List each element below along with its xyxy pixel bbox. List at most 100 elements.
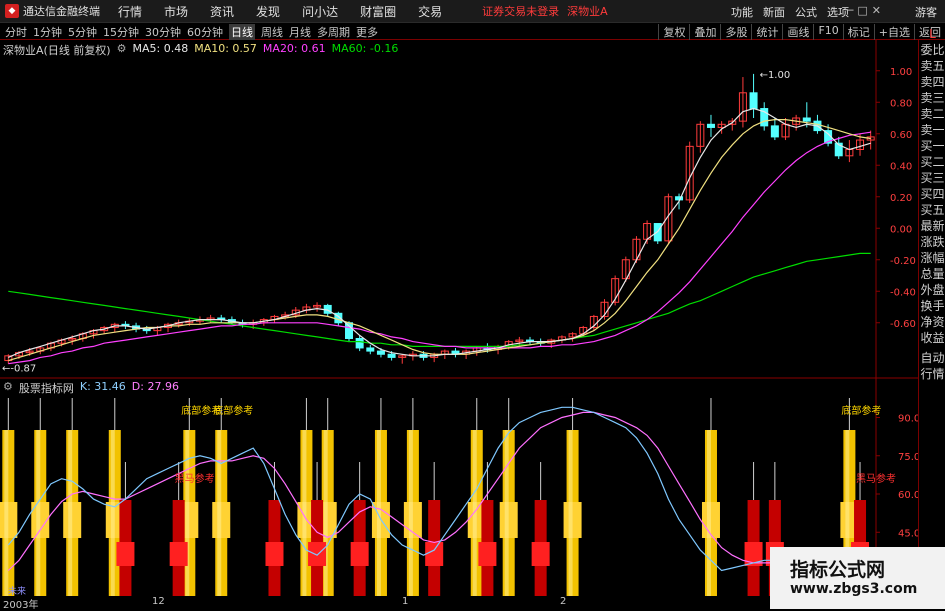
- candle-body: [802, 117, 811, 122]
- side-panel-item[interactable]: 净资: [919, 314, 945, 330]
- ma60-line: [8, 252, 871, 347]
- candle-body: [376, 350, 385, 355]
- title-tools: 功能 新面 公式 选项: [721, 4, 849, 20]
- y-tick-label: -0.60: [890, 319, 916, 330]
- period-tab[interactable]: 60分钟: [187, 24, 223, 40]
- bottom-reference-label: 底部参考: [841, 404, 881, 417]
- right-toolbar: 复权 叠加 多股 统计 画线 F10 标记 +自选 返回: [654, 24, 941, 40]
- side-panel-item[interactable]: 涨幅: [919, 250, 945, 266]
- toolbar-button[interactable]: 统计: [751, 24, 778, 40]
- side-panel-item[interactable]: 总量: [919, 266, 945, 282]
- toolbar-button[interactable]: 复权: [658, 24, 685, 40]
- period-tab[interactable]: 日线: [229, 24, 255, 40]
- main-menu: 行情 市场 资讯 发现 问小达 财富圈 交易: [118, 3, 464, 20]
- menu-item-wealth[interactable]: 财富圈: [360, 3, 396, 20]
- period-tab[interactable]: 多周期: [317, 24, 350, 40]
- ma10-line: [8, 118, 871, 362]
- side-panel-item[interactable]: 行情: [919, 366, 945, 382]
- yellow-bar-highlight: [185, 430, 190, 596]
- side-panel-item[interactable]: 买五: [919, 202, 945, 218]
- yellow-bar-highlight: [323, 430, 328, 596]
- y-tick-label: 45.00: [898, 528, 918, 539]
- high-price-label: ←1.00: [760, 70, 791, 81]
- side-panel-item[interactable]: 收益: [919, 330, 945, 346]
- bottom-reference-label: 底部参考: [213, 404, 253, 417]
- tool-formula[interactable]: 公式: [795, 4, 817, 20]
- toolbar-button[interactable]: +自选: [873, 24, 910, 40]
- side-panel-item[interactable]: 换手: [919, 298, 945, 314]
- toolbar-button[interactable]: 画线: [782, 24, 809, 40]
- toolbar-button[interactable]: 标记: [842, 24, 870, 40]
- side-panel-item[interactable]: 买一: [919, 138, 945, 154]
- yellow-bar-highlight: [110, 430, 115, 596]
- y-tick-label: -0.20: [890, 256, 916, 267]
- y-tick-label: -0.40: [890, 287, 916, 298]
- side-panel-item[interactable]: 卖二: [919, 106, 945, 122]
- guest-label[interactable]: 游客: [915, 4, 937, 20]
- period-tab[interactable]: 5分钟: [68, 24, 97, 40]
- watermark-url: www.zbgs3.com: [790, 581, 918, 597]
- y-tick-label: 60.00: [898, 490, 918, 501]
- window-controls-icon[interactable]: ─□✕: [847, 4, 885, 17]
- period-tab[interactable]: 30分钟: [145, 24, 181, 40]
- period-tabs: 分时 1分钟 5分钟 15分钟 30分钟 60分钟 日线 周线 月线 多周期 更多: [5, 24, 384, 40]
- menu-item-trade[interactable]: 交易: [418, 3, 442, 20]
- side-panel-item[interactable]: 卖五: [919, 58, 945, 74]
- yellow-bar-highlight: [408, 430, 413, 596]
- toolbar-button[interactable]: F10: [813, 24, 839, 40]
- y-tick-label: 1.00: [890, 67, 912, 78]
- menu-item-discover[interactable]: 发现: [256, 3, 280, 20]
- side-panel-item[interactable]: 最新: [919, 218, 945, 234]
- candle-body: [706, 123, 715, 128]
- low-price-label: ←-0.87: [2, 364, 36, 375]
- period-tab[interactable]: 月线: [289, 24, 311, 40]
- yellow-bar-highlight: [36, 430, 41, 596]
- time-label: 1: [402, 596, 409, 607]
- y-tick-label: 0.40: [890, 161, 912, 172]
- side-panel-item[interactable]: 卖一: [919, 122, 945, 138]
- red-bar-wide: [169, 542, 188, 566]
- kline-chart[interactable]: 1.00 0.80 0.60 0.40 0.20 0.00 -0.20 -0.40 -0.60 9…: [0, 40, 918, 596]
- side-panel-item[interactable]: 委比: [919, 42, 945, 58]
- y-tick-label: 0.20: [890, 193, 912, 204]
- tool-function[interactable]: 功能: [731, 4, 753, 20]
- menu-item-market[interactable]: 市场: [164, 3, 188, 20]
- side-quote-panel: L 委比 卖五 卖四 卖三 卖二 卖一 买一 买二 买三 买四 买五 最新 涨跌 涨幅 总量 外盘 换手 净资 收益自…: [918, 27, 945, 609]
- period-tab[interactable]: 15分钟: [103, 24, 139, 40]
- tool-options[interactable]: 选项: [827, 4, 849, 20]
- candle-body: [770, 125, 779, 138]
- time-label: 2: [560, 596, 567, 607]
- side-panel-item[interactable]: 卖四: [919, 74, 945, 90]
- login-status[interactable]: 证券交易未登录: [482, 3, 559, 19]
- yellow-bar-highlight: [706, 430, 711, 596]
- side-panel-item[interactable]: 外盘: [919, 282, 945, 298]
- menu-item-news[interactable]: 资讯: [210, 3, 234, 20]
- red-bar-wide: [308, 542, 327, 566]
- toolbar-button[interactable]: 叠加: [689, 24, 716, 40]
- yellow-bar-highlight: [4, 430, 9, 596]
- menu-item-ask[interactable]: 问小达: [302, 3, 338, 20]
- candle-body: [653, 223, 662, 242]
- yellow-bar-highlight: [68, 430, 73, 596]
- y-tick-label: 90.00: [898, 414, 918, 425]
- side-panel-item[interactable]: 买四: [919, 186, 945, 202]
- side-panel-item[interactable]: 买二: [919, 154, 945, 170]
- period-tab[interactable]: 更多: [356, 24, 378, 40]
- app-title: 通达信金融终端: [23, 5, 100, 18]
- y-tick-label: 0.00: [890, 224, 912, 235]
- red-bar-wide: [531, 542, 550, 566]
- side-panel-item[interactable]: 自动: [919, 350, 945, 366]
- period-tab[interactable]: 1分钟: [33, 24, 62, 40]
- period-toolbar: 分时 1分钟 5分钟 15分钟 30分钟 60分钟 日线 周线 月线 多周期 更多 复权 叠加 多股 统计…: [0, 23, 945, 40]
- toolbar-button[interactable]: 多股: [720, 24, 747, 40]
- tool-new-page[interactable]: 新面: [763, 4, 785, 20]
- period-tab[interactable]: 分时: [5, 24, 27, 40]
- candle-body: [387, 353, 396, 358]
- candle-body: [355, 338, 364, 349]
- side-panel-item[interactable]: 买三: [919, 170, 945, 186]
- side-panel-item[interactable]: 涨跌: [919, 234, 945, 250]
- future-label: 未来: [8, 585, 26, 596]
- menu-item-quotes[interactable]: 行情: [118, 3, 142, 20]
- side-panel-item[interactable]: 卖三: [919, 90, 945, 106]
- period-tab[interactable]: 周线: [261, 24, 283, 40]
